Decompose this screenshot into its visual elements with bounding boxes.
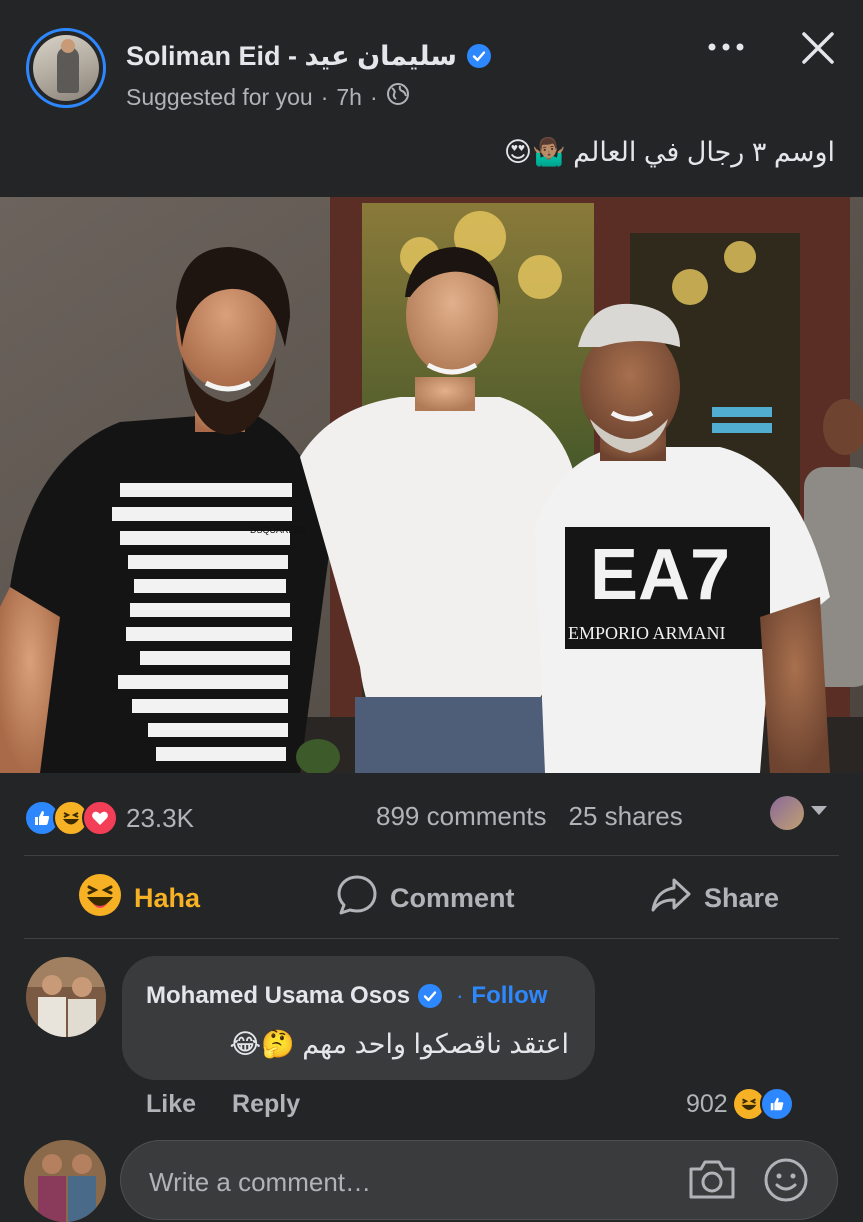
comment-composer (120, 1140, 838, 1220)
comment-reply-button[interactable]: Reply (232, 1090, 300, 1119)
divider (24, 938, 839, 939)
comment-reaction-summary[interactable]: 902 (686, 1087, 794, 1121)
comment-icon (336, 874, 378, 923)
author-row: Soliman Eid - سليمان عيد (126, 38, 491, 74)
reaction-summary[interactable]: 23.3K (24, 800, 194, 836)
photo-shirt-logo-dsquared: DSQUARED2 (250, 525, 306, 535)
comment-reaction-count: 902 (686, 1089, 728, 1118)
love-icon (82, 800, 118, 836)
haha-icon (78, 873, 122, 924)
shares-count[interactable]: 25 shares (569, 801, 683, 832)
comments-count[interactable]: 899 comments (376, 801, 547, 832)
globe-icon (386, 82, 410, 112)
post-stats: 899 comments 25 shares (376, 801, 683, 832)
comment-text: اعتقد ناقصكوا واحد مهم 🤔😂 (229, 1029, 569, 1059)
comment-bubble: Mohamed Usama Osos · Follow اعتقد ناقصكو… (122, 956, 595, 1080)
my-avatar[interactable] (24, 1140, 106, 1222)
verified-icon (466, 44, 491, 68)
divider (24, 855, 839, 856)
close-icon[interactable] (798, 28, 838, 68)
comment-label: Comment (390, 882, 515, 913)
photo-shirt-logo-armani: EMPORIO ARMANI (568, 623, 726, 643)
camera-icon[interactable] (687, 1157, 737, 1206)
post-meta: Suggested for you · 7h · (126, 82, 410, 112)
follow-button[interactable]: Follow (471, 982, 547, 1010)
author-name[interactable]: Soliman Eid - سليمان عيد (126, 41, 457, 72)
comment-author[interactable]: Mohamed Usama Osos (146, 982, 410, 1010)
share-icon (650, 877, 692, 920)
share-button[interactable]: Share (650, 875, 779, 921)
comment-like-button[interactable]: Like (146, 1090, 196, 1119)
haha-label: Haha (134, 882, 201, 913)
post-photo[interactable]: DSQUARED2 EA7 EMPORIO ARMANI (0, 197, 863, 773)
post-text: اوسم ٣ رجال في العالم 🤷🏽‍♂️😍 (503, 137, 835, 167)
author-avatar-image (33, 35, 99, 101)
author-avatar[interactable] (26, 28, 106, 108)
comment-actions: Like Reply (146, 1090, 300, 1119)
suggested-label: Suggested for you (126, 83, 313, 110)
meta-separator: · (369, 83, 378, 110)
meta-separator: · (320, 83, 329, 110)
photo-shirt-logo-ea7: EA7 (590, 535, 730, 615)
haha-reaction-button[interactable]: Haha (78, 873, 201, 924)
viewer-avatar (770, 796, 804, 830)
comment-author-row: Mohamed Usama Osos · Follow (146, 982, 547, 1010)
follow-separator: · (456, 983, 464, 1008)
verified-icon (418, 984, 443, 1008)
emoji-icon[interactable] (763, 1157, 809, 1208)
share-label: Share (704, 882, 780, 913)
comment-input[interactable] (147, 1163, 651, 1201)
commenter-avatar[interactable] (26, 957, 106, 1037)
viewer-profile-select[interactable] (770, 796, 828, 830)
comment-button[interactable]: Comment (336, 875, 515, 921)
more-options-icon[interactable] (706, 34, 746, 60)
post-time[interactable]: 7h (336, 84, 362, 111)
like-icon (759, 1087, 794, 1121)
chevron-down-icon (810, 804, 828, 822)
reaction-count[interactable]: 23.3K (126, 803, 194, 834)
